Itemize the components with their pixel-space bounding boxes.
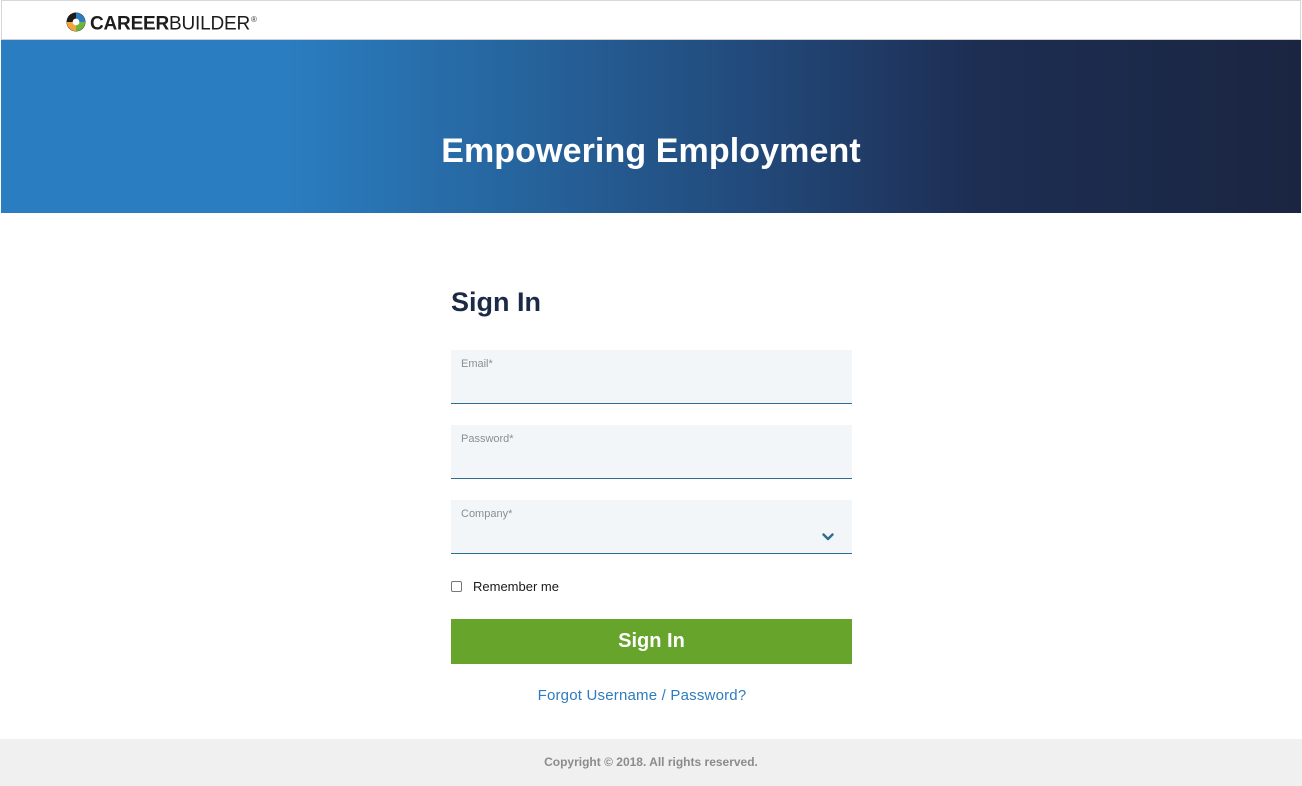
- copyright-text: Copyright © 2018. All rights reserved.: [544, 755, 758, 769]
- email-label: Email*: [461, 358, 493, 370]
- signin-button[interactable]: Sign In: [451, 619, 852, 664]
- logo-wordmark-bold: CAREER: [90, 13, 170, 35]
- password-field[interactable]: Password*: [451, 425, 852, 479]
- company-select[interactable]: Company*: [451, 500, 852, 554]
- top-header: CAREERBUILDER®: [1, 0, 1301, 40]
- email-input[interactable]: [461, 374, 825, 398]
- email-field[interactable]: Email*: [451, 350, 852, 404]
- password-input[interactable]: [461, 449, 825, 473]
- signin-title: Sign In: [451, 287, 541, 317]
- company-label: Company*: [461, 508, 513, 520]
- remember-me-label: Remember me: [473, 579, 559, 594]
- careerbuilder-logo[interactable]: CAREERBUILDER®: [66, 10, 257, 34]
- logo-wordmark: CAREERBUILDER®: [90, 10, 257, 34]
- remember-me-checkbox[interactable]: [451, 581, 462, 592]
- page-footer: Copyright © 2018. All rights reserved.: [0, 739, 1302, 786]
- chevron-down-icon[interactable]: [822, 533, 834, 541]
- remember-me[interactable]: Remember me: [451, 579, 559, 594]
- hero-banner: Empowering Employment: [1, 40, 1301, 213]
- signin-form: Sign In Email* Password* Company* Rememb…: [451, 280, 852, 704]
- password-label: Password*: [461, 433, 514, 445]
- logo-wordmark-light: BUILDER: [169, 13, 250, 35]
- careerbuilder-logo-icon: [66, 12, 86, 32]
- forgot-credentials-link[interactable]: Forgot Username / Password?: [451, 687, 833, 704]
- company-value: [461, 524, 821, 546]
- hero-title: Empowering Employment: [441, 131, 861, 170]
- registered-mark: ®: [251, 14, 257, 24]
